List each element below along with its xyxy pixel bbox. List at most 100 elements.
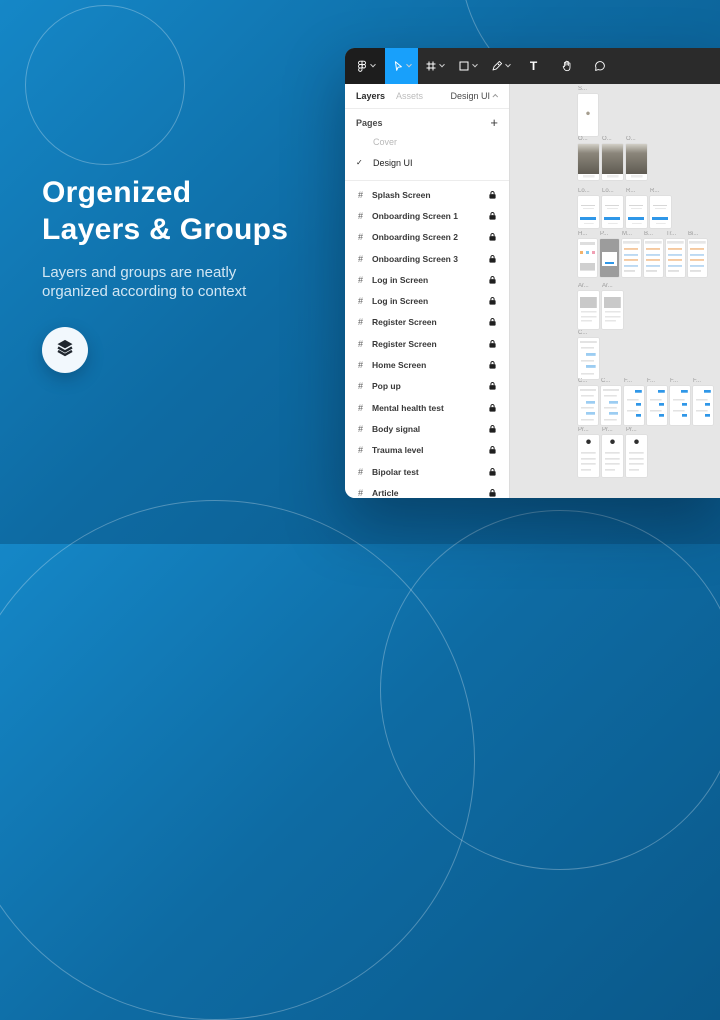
- frame-thumbnail-profile[interactable]: [578, 435, 599, 477]
- lock-icon[interactable]: [489, 361, 496, 369]
- frame-thumbnail-splash[interactable]: [578, 94, 598, 136]
- lock-icon[interactable]: [489, 212, 496, 220]
- layer-row[interactable]: #Bipolar test: [345, 461, 509, 482]
- frame-label[interactable]: R...: [626, 188, 647, 195]
- hero-title-line1: Orgenized: [42, 174, 288, 211]
- lock-icon[interactable]: [489, 446, 496, 454]
- frame-thumbnail-feed[interactable]: [670, 386, 690, 425]
- frame-label[interactable]: C...: [601, 378, 621, 385]
- layer-row[interactable]: #Trauma level: [345, 440, 509, 461]
- frame-label[interactable]: H...: [578, 231, 597, 238]
- canvas-thumb-row: C...: [578, 330, 599, 379]
- lock-icon[interactable]: [489, 340, 496, 348]
- layer-row[interactable]: #Body signal: [345, 418, 509, 439]
- layer-row[interactable]: #Register Screen: [345, 312, 509, 333]
- frame-thumbnail-list[interactable]: [622, 239, 641, 277]
- layer-row[interactable]: #Log in Screen: [345, 269, 509, 290]
- frame-tool[interactable]: [418, 48, 451, 84]
- lock-icon[interactable]: [489, 404, 496, 412]
- pen-tool[interactable]: [484, 48, 517, 84]
- frame-label[interactable]: O...: [626, 136, 647, 143]
- lock-icon[interactable]: [489, 318, 496, 326]
- layer-row[interactable]: #Onboarding Screen 3: [345, 248, 509, 269]
- lock-icon[interactable]: [489, 297, 496, 305]
- comment-tool[interactable]: [583, 48, 616, 84]
- frame-label[interactable]: F...: [624, 378, 644, 385]
- lock-icon[interactable]: [489, 233, 496, 241]
- layer-row[interactable]: #Register Screen: [345, 333, 509, 354]
- frame-thumbnail-login[interactable]: [650, 196, 671, 228]
- add-page-button[interactable]: +: [490, 116, 498, 129]
- frame-thumbnail-list[interactable]: [688, 239, 707, 277]
- move-tool[interactable]: [385, 48, 418, 84]
- tab-assets[interactable]: Assets: [396, 91, 423, 101]
- frame-label[interactable]: O...: [578, 136, 599, 143]
- frame-thumbnail-feed[interactable]: [693, 386, 713, 425]
- frame-label[interactable]: Lo...: [578, 188, 599, 195]
- frame-thumbnail-home[interactable]: [578, 239, 597, 277]
- frame-thumbnail-profile[interactable]: [626, 435, 647, 477]
- frame-label[interactable]: M...: [622, 231, 641, 238]
- lock-icon[interactable]: [489, 191, 496, 199]
- frame-label[interactable]: Ar...: [602, 283, 623, 290]
- layer-row[interactable]: #Splash Screen: [345, 184, 509, 205]
- frame-label[interactable]: P...: [600, 231, 619, 238]
- canvas-thumb-row: Lo...Lo...R...R...: [578, 188, 671, 228]
- frame-label[interactable]: B...: [644, 231, 663, 238]
- page-item-cover[interactable]: ✓Cover: [356, 131, 498, 152]
- frame-label[interactable]: C...: [578, 330, 599, 337]
- frame-thumbnail-login[interactable]: [626, 196, 647, 228]
- frame-thumbnail-login[interactable]: [578, 196, 599, 228]
- frame-thumbnail-photo[interactable]: [578, 144, 599, 180]
- hand-tool[interactable]: [550, 48, 583, 84]
- frame-label[interactable]: Tr...: [666, 231, 685, 238]
- frame-thumbnail-article[interactable]: [578, 291, 599, 329]
- frame-label[interactable]: Pr...: [626, 427, 647, 434]
- layer-row[interactable]: #Article: [345, 482, 509, 498]
- layer-row[interactable]: #Mental health test: [345, 397, 509, 418]
- frame-thumbnail-login[interactable]: [602, 196, 623, 228]
- frame-label[interactable]: F...: [670, 378, 690, 385]
- lock-icon[interactable]: [489, 255, 496, 263]
- frame-thumbnail-photo[interactable]: [626, 144, 647, 180]
- layer-row[interactable]: #Pop up: [345, 376, 509, 397]
- frame-thumbnail-profile[interactable]: [602, 435, 623, 477]
- frame-thumbnail-chat[interactable]: [578, 338, 599, 379]
- frame-thumbnail-popup[interactable]: [600, 239, 619, 277]
- frame-label[interactable]: Ar...: [578, 283, 599, 290]
- layer-row[interactable]: #Log in Screen: [345, 290, 509, 311]
- layer-row[interactable]: #Onboarding Screen 1: [345, 205, 509, 226]
- frame-label[interactable]: C...: [578, 378, 598, 385]
- frame-thumbnail-feed[interactable]: [624, 386, 644, 425]
- frame-label[interactable]: F...: [647, 378, 667, 385]
- lock-icon[interactable]: [489, 276, 496, 284]
- frame-thumbnail-photo[interactable]: [602, 144, 623, 180]
- frame-thumbnail-feed[interactable]: [647, 386, 667, 425]
- frame-label[interactable]: O...: [602, 136, 623, 143]
- shape-tool[interactable]: [451, 48, 484, 84]
- lock-icon[interactable]: [489, 489, 496, 497]
- frame-label[interactable]: Pr...: [578, 427, 599, 434]
- tab-layers[interactable]: Layers: [356, 91, 385, 101]
- frame-label[interactable]: R...: [650, 188, 671, 195]
- frame-thumbnail-article[interactable]: [602, 291, 623, 329]
- lock-icon[interactable]: [489, 425, 496, 433]
- frame-label[interactable]: Bi...: [688, 231, 707, 238]
- figma-menu[interactable]: [345, 48, 385, 84]
- lock-icon[interactable]: [489, 382, 496, 390]
- frame-thumbnail-chat[interactable]: [601, 386, 621, 425]
- canvas[interactable]: S...O...O...O...Lo...Lo...R...R...H...P.…: [510, 84, 720, 498]
- frame-thumbnail-chat[interactable]: [578, 386, 598, 425]
- frame-label[interactable]: Lo...: [602, 188, 623, 195]
- page-selector[interactable]: Design UI: [450, 91, 498, 101]
- text-tool[interactable]: T: [517, 48, 550, 84]
- frame-thumbnail-list[interactable]: [644, 239, 663, 277]
- layer-row[interactable]: #Home Screen: [345, 354, 509, 375]
- frame-label[interactable]: S...: [578, 86, 598, 93]
- frame-thumbnail-list[interactable]: [666, 239, 685, 277]
- frame-label[interactable]: F...: [693, 378, 713, 385]
- lock-icon[interactable]: [489, 468, 496, 476]
- frame-label[interactable]: Pr...: [602, 427, 623, 434]
- page-item-design-ui[interactable]: ✓Design UI: [356, 152, 498, 173]
- layer-row[interactable]: #Onboarding Screen 2: [345, 227, 509, 248]
